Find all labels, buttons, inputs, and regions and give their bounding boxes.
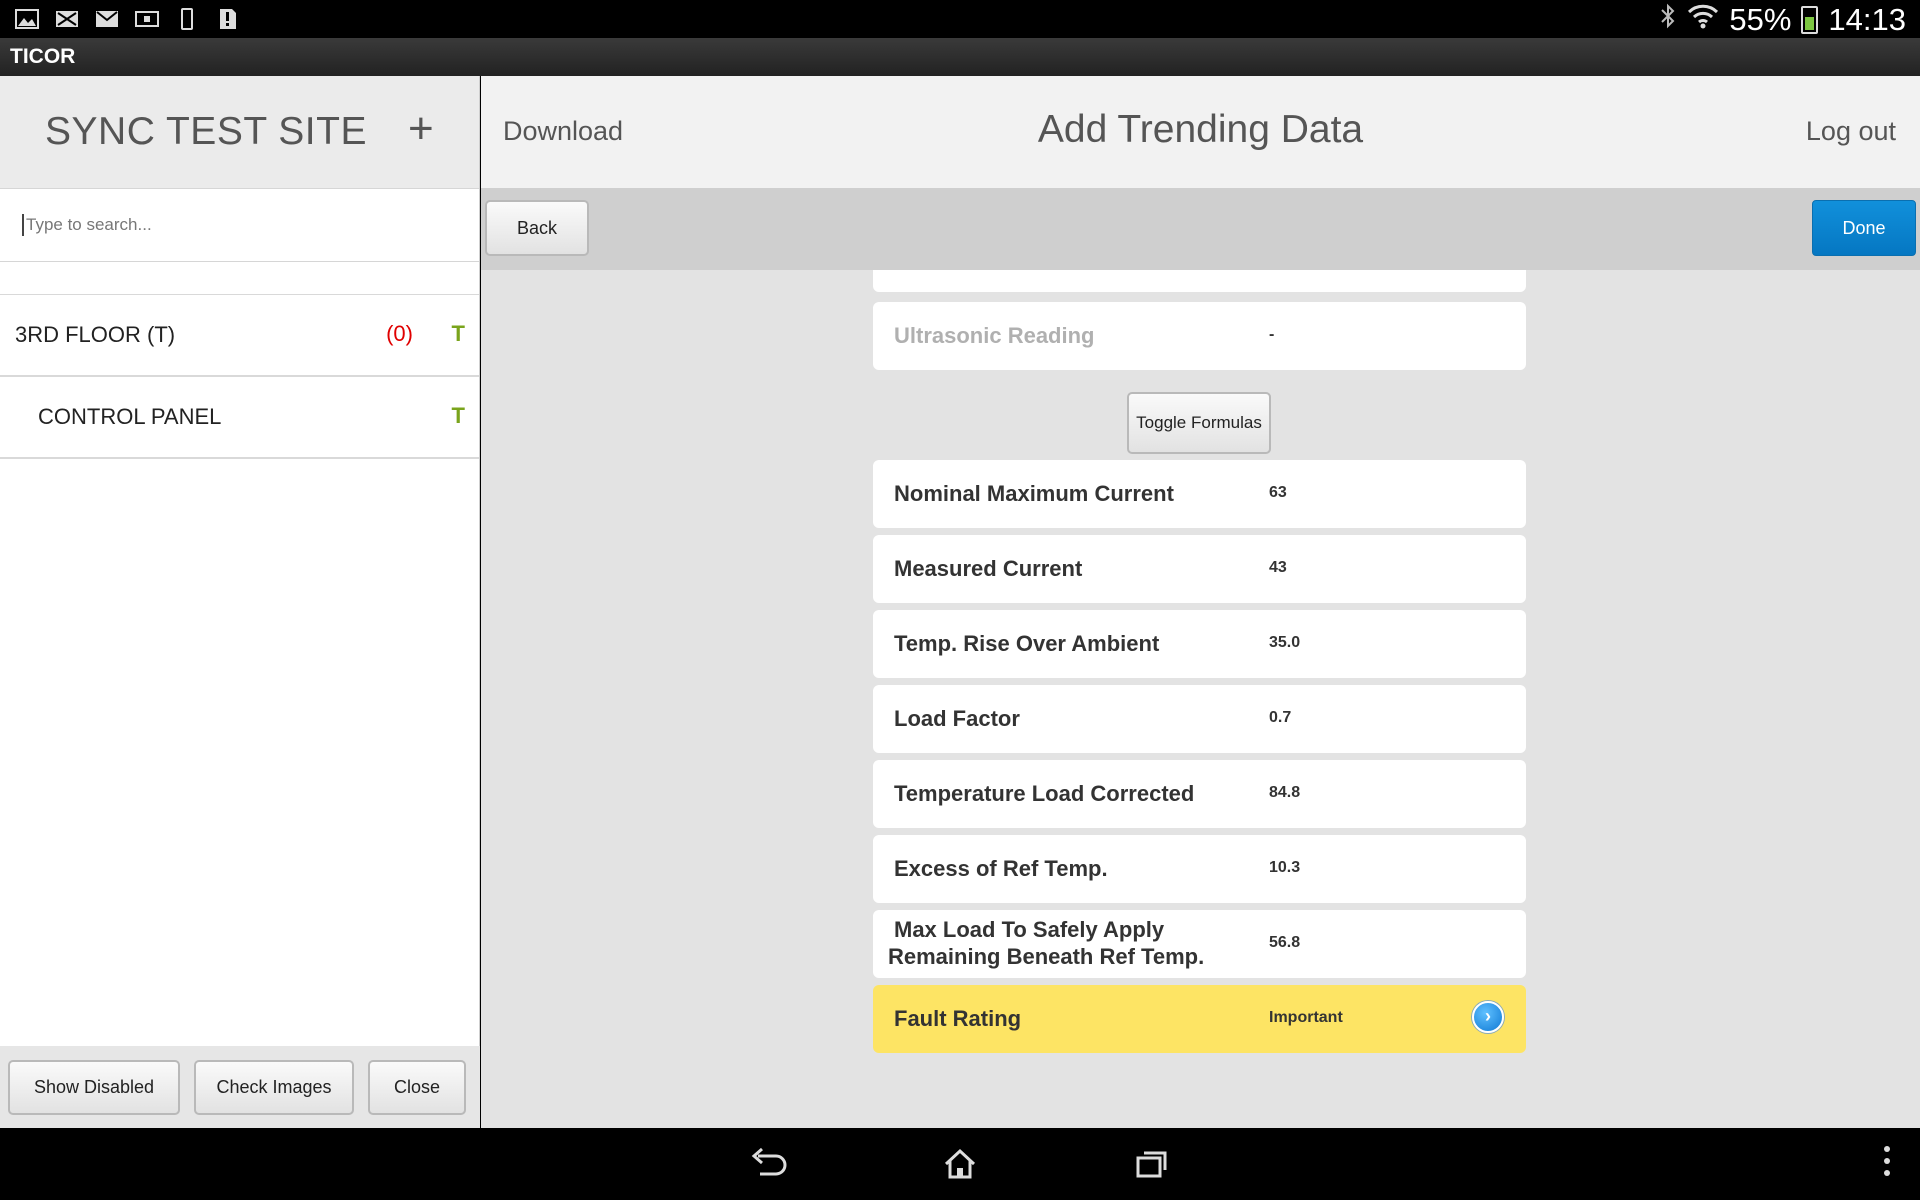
- search-box: [0, 188, 479, 262]
- show-disabled-button[interactable]: Show Disabled: [8, 1059, 180, 1115]
- battery-percent: 55%: [1729, 2, 1792, 37]
- app-title: TICOR: [0, 38, 1920, 76]
- wifi-icon: [1687, 2, 1719, 38]
- form-row-partial: [873, 270, 1526, 292]
- field-value: -: [1269, 326, 1275, 343]
- fault-rating-row[interactable]: Fault Rating Important ›: [873, 985, 1526, 1053]
- tree-item-control-panel[interactable]: CONTROL PANEL T: [0, 377, 479, 459]
- main-header: Download Add Trending Data Log out: [481, 76, 1920, 188]
- form-row-ultrasonic: Ultrasonic Reading -: [873, 302, 1526, 370]
- field-label-line1: Max Load To Safely Apply: [894, 917, 1165, 942]
- tree-item-label: 3RD FLOOR (T): [15, 322, 176, 347]
- tree-item-3rd-floor[interactable]: 3RD FLOOR (T) (0) T: [0, 295, 479, 377]
- tree-item-count: (0): [386, 321, 413, 346]
- mail-x-icon: [54, 7, 80, 31]
- sd-alert-icon: [214, 7, 240, 31]
- field-label: Measured Current: [894, 556, 1083, 581]
- main-panel: Download Add Trending Data Log out Back …: [481, 76, 1920, 1128]
- tree-item-flag: T: [451, 403, 465, 428]
- status-bar: 55% 14:13: [0, 0, 1920, 38]
- field-value: 0.7: [1269, 709, 1292, 726]
- field-label-line2: Remaining Beneath Ref Temp.: [888, 944, 1205, 969]
- add-button[interactable]: +: [408, 104, 434, 154]
- form-row[interactable]: Nominal Maximum Current 63: [873, 460, 1526, 528]
- field-label: Temperature Load Corrected: [894, 781, 1195, 806]
- chevron-right-icon[interactable]: ›: [1472, 1001, 1504, 1033]
- field-value: 56.8: [1269, 934, 1301, 951]
- nav-bar: [0, 1128, 1920, 1200]
- form-row[interactable]: Temperature Load Corrected 84.8: [873, 760, 1526, 828]
- tree-item-label: CONTROL PANEL: [38, 404, 222, 429]
- search-input[interactable]: [22, 214, 457, 236]
- download-link[interactable]: Download: [503, 116, 623, 147]
- back-button[interactable]: Back: [485, 200, 589, 256]
- tree-list: 3RD FLOOR (T) (0) T CONTROL PANEL T: [0, 294, 479, 459]
- phone-icon: [174, 7, 200, 31]
- field-label: Ultrasonic Reading: [894, 323, 1095, 348]
- field-label: Load Factor: [894, 706, 1020, 731]
- field-label: Excess of Ref Temp.: [894, 856, 1108, 881]
- battery-icon: [1801, 6, 1819, 34]
- mail-icon: [94, 7, 120, 31]
- form-row[interactable]: Measured Current 43: [873, 535, 1526, 603]
- field-value: Important: [1269, 1009, 1343, 1026]
- image-icon: [14, 7, 40, 31]
- form-row[interactable]: Max Load To Safely Apply Remaining Benea…: [873, 910, 1526, 978]
- form-row[interactable]: Temp. Rise Over Ambient 35.0: [873, 610, 1526, 678]
- field-value: 63: [1269, 484, 1287, 501]
- back-nav-icon[interactable]: [740, 1140, 796, 1188]
- field-label: Fault Rating: [894, 1006, 1022, 1031]
- field-value: 10.3: [1269, 859, 1301, 876]
- toolbar: Back Done: [481, 188, 1920, 270]
- site-title: SYNC TEST SITE: [45, 110, 367, 153]
- recent-apps-icon[interactable]: [1124, 1140, 1180, 1188]
- bluetooth-icon: [1659, 2, 1677, 38]
- card-icon: [134, 7, 160, 31]
- form-row[interactable]: Load Factor 0.7: [873, 685, 1526, 753]
- sidebar-header: SYNC TEST SITE +: [0, 76, 479, 188]
- form-row[interactable]: Excess of Ref Temp. 10.3: [873, 835, 1526, 903]
- check-images-button[interactable]: Check Images: [194, 1059, 354, 1115]
- menu-icon[interactable]: [1884, 1146, 1892, 1182]
- field-value: 35.0: [1269, 634, 1301, 651]
- status-right: 55% 14:13: [1659, 2, 1906, 38]
- sidebar-footer: Show Disabled Check Images Close: [0, 1046, 480, 1128]
- tree-item-flag: T: [451, 321, 465, 346]
- toggle-formulas-button[interactable]: Toggle Formulas: [1127, 392, 1271, 454]
- field-value: 84.8: [1269, 784, 1301, 801]
- field-label: Nominal Maximum Current: [894, 481, 1174, 506]
- logout-link[interactable]: Log out: [1806, 116, 1896, 147]
- sidebar: SYNC TEST SITE + 3RD FLOOR (T) (0) T CON…: [0, 76, 480, 1128]
- notification-icons: [14, 7, 240, 31]
- form-area: Ultrasonic Reading - Toggle Formulas Nom…: [481, 270, 1920, 1128]
- done-button[interactable]: Done: [1812, 200, 1916, 256]
- field-label: Temp. Rise Over Ambient: [894, 631, 1160, 656]
- home-icon[interactable]: [932, 1140, 988, 1188]
- clock: 14:13: [1828, 2, 1906, 37]
- close-button[interactable]: Close: [368, 1059, 466, 1115]
- page-title: Add Trending Data: [1037, 108, 1364, 151]
- field-value: 43: [1269, 559, 1287, 576]
